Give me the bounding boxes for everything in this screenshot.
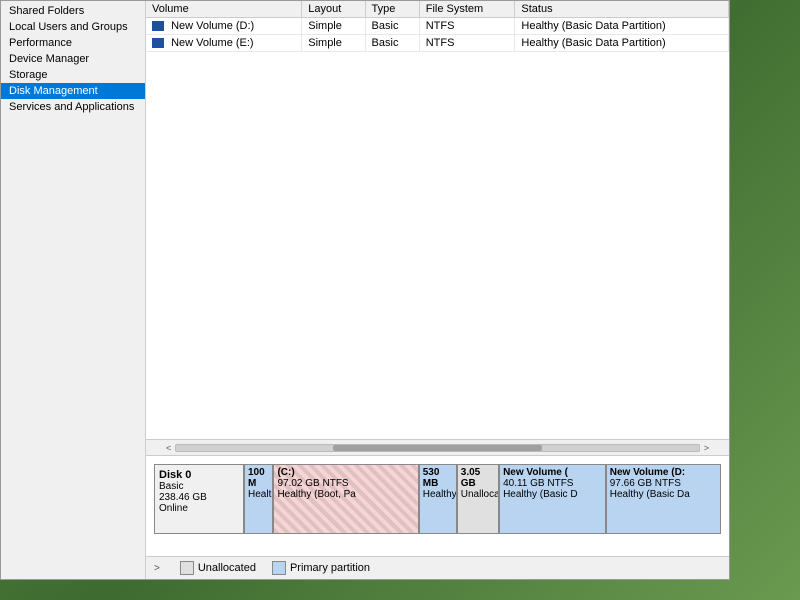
partition-c-drive[interactable]: (C:) 97.02 GB NTFS Healthy (Boot, Pa xyxy=(273,464,418,534)
volume-type: Basic xyxy=(365,18,419,35)
sidebar-item-disk-management[interactable]: Disk Management xyxy=(1,83,145,99)
volume-list[interactable]: Volume Layout Type File System Status xyxy=(146,1,729,440)
volume-status: Healthy (Basic Data Partition) xyxy=(515,18,729,35)
disk-type: Basic xyxy=(159,481,239,492)
partition-size: 97.02 GB NTFS xyxy=(277,478,414,489)
horizontal-scrollbar[interactable]: < > xyxy=(146,440,729,456)
scroll-right-arrow[interactable]: > xyxy=(700,443,713,453)
legend-color-unallocated xyxy=(180,561,194,575)
col-status: Status xyxy=(515,1,729,18)
partition-unallocated[interactable]: 3.05 GB Unallocated xyxy=(457,464,499,534)
sidebar-label: Device Manager xyxy=(9,53,89,65)
window-content: Shared Folders Local Users and Groups Pe… xyxy=(1,1,729,579)
scroll-left-arrow[interactable]: < xyxy=(162,443,175,453)
sidebar-label: Local Users and Groups xyxy=(9,21,128,33)
partition-size: 97.66 GB NTFS xyxy=(610,478,717,489)
partition-label: 100 M xyxy=(248,467,269,489)
sidebar-item-storage[interactable]: Storage xyxy=(1,67,145,83)
partition-new-volume-d[interactable]: New Volume (D: 97.66 GB NTFS Healthy (Ba… xyxy=(606,464,721,534)
legend-bar: > Unallocated Primary partition xyxy=(146,556,729,579)
partition-label: (C:) xyxy=(277,467,414,478)
volume-table: Volume Layout Type File System Status xyxy=(146,1,729,52)
partition-status: Healthy xyxy=(423,489,453,500)
legend-label-primary: Primary partition xyxy=(290,562,370,574)
content-area: Volume Layout Type File System Status xyxy=(146,1,729,579)
legend-label-unallocated: Unallocated xyxy=(198,562,256,574)
sidebar-label: Shared Folders xyxy=(9,5,84,17)
sidebar-label: Storage xyxy=(9,69,48,81)
partition-status: Unallocated xyxy=(461,489,495,500)
disk-area: Disk 0 Basic 238.46 GB Online 100 M Heal… xyxy=(146,456,729,556)
partition-size: 40.11 GB NTFS xyxy=(503,478,602,489)
scrollbar-thumb[interactable] xyxy=(333,445,542,451)
partition-new-volume-c[interactable]: New Volume ( 40.11 GB NTFS Healthy (Basi… xyxy=(499,464,606,534)
partitions-container: 100 M Healt (C:) 97.02 GB NTFS Healthy (… xyxy=(244,464,721,534)
partition-label: 3.05 GB xyxy=(461,467,495,489)
partition-label: New Volume (D: xyxy=(610,467,717,478)
volume-type: Basic xyxy=(365,35,419,52)
table-row[interactable]: New Volume (E:) Simple Basic NTFS Health… xyxy=(146,35,729,52)
disk-status: Online xyxy=(159,503,239,514)
screen-container: Shared Folders Local Users and Groups Pe… xyxy=(0,0,800,600)
col-layout: Layout xyxy=(302,1,365,18)
volume-layout: Simple xyxy=(302,35,365,52)
volume-fs: NTFS xyxy=(419,18,515,35)
disk-row: Disk 0 Basic 238.46 GB Online 100 M Heal… xyxy=(154,464,721,534)
sidebar-item-local-users[interactable]: Local Users and Groups xyxy=(1,19,145,35)
disk-icon xyxy=(152,21,164,31)
volume-fs: NTFS xyxy=(419,35,515,52)
sidebar-label: Services and Applications xyxy=(9,101,134,113)
col-volume: Volume xyxy=(146,1,302,18)
disk-name: Disk 0 xyxy=(159,469,239,481)
sidebar-item-services[interactable]: Services and Applications xyxy=(1,99,145,115)
disk-size: 238.46 GB xyxy=(159,492,239,503)
sidebar-item-performance[interactable]: Performance xyxy=(1,35,145,51)
sidebar-item-device-manager[interactable]: Device Manager xyxy=(1,51,145,67)
sidebar-label: Disk Management xyxy=(9,85,98,97)
expand-arrow[interactable]: > xyxy=(154,563,160,574)
volume-name: New Volume (D:) xyxy=(146,18,302,35)
disk-icon xyxy=(152,38,164,48)
legend-color-primary xyxy=(272,561,286,575)
scrollbar-track[interactable] xyxy=(175,444,699,452)
partition-status: Healthy (Basic Da xyxy=(610,489,717,500)
sidebar-label: Performance xyxy=(9,37,72,49)
partition-label: New Volume ( xyxy=(503,467,602,478)
sidebar-item-shared-folders[interactable]: Shared Folders xyxy=(1,3,145,19)
col-filesystem: File System xyxy=(419,1,515,18)
partition-label: 530 MB xyxy=(423,467,453,489)
partition-boot[interactable]: 100 M Healt xyxy=(244,464,273,534)
volume-layout: Simple xyxy=(302,18,365,35)
legend-item-primary: Primary partition xyxy=(272,561,370,575)
partition-status: Healthy (Boot, Pa xyxy=(277,489,414,500)
legend-item-unallocated: Unallocated xyxy=(180,561,256,575)
volume-status: Healthy (Basic Data Partition) xyxy=(515,35,729,52)
partition-recovery[interactable]: 530 MB Healthy xyxy=(419,464,457,534)
volume-name: New Volume (E:) xyxy=(146,35,302,52)
partition-status: Healthy (Basic D xyxy=(503,489,602,500)
main-window: Shared Folders Local Users and Groups Pe… xyxy=(0,0,730,580)
col-type: Type xyxy=(365,1,419,18)
table-row[interactable]: New Volume (D:) Simple Basic NTFS Health… xyxy=(146,18,729,35)
disk-label: Disk 0 Basic 238.46 GB Online xyxy=(154,464,244,534)
partition-status: Healt xyxy=(248,489,269,500)
sidebar: Shared Folders Local Users and Groups Pe… xyxy=(1,1,146,579)
